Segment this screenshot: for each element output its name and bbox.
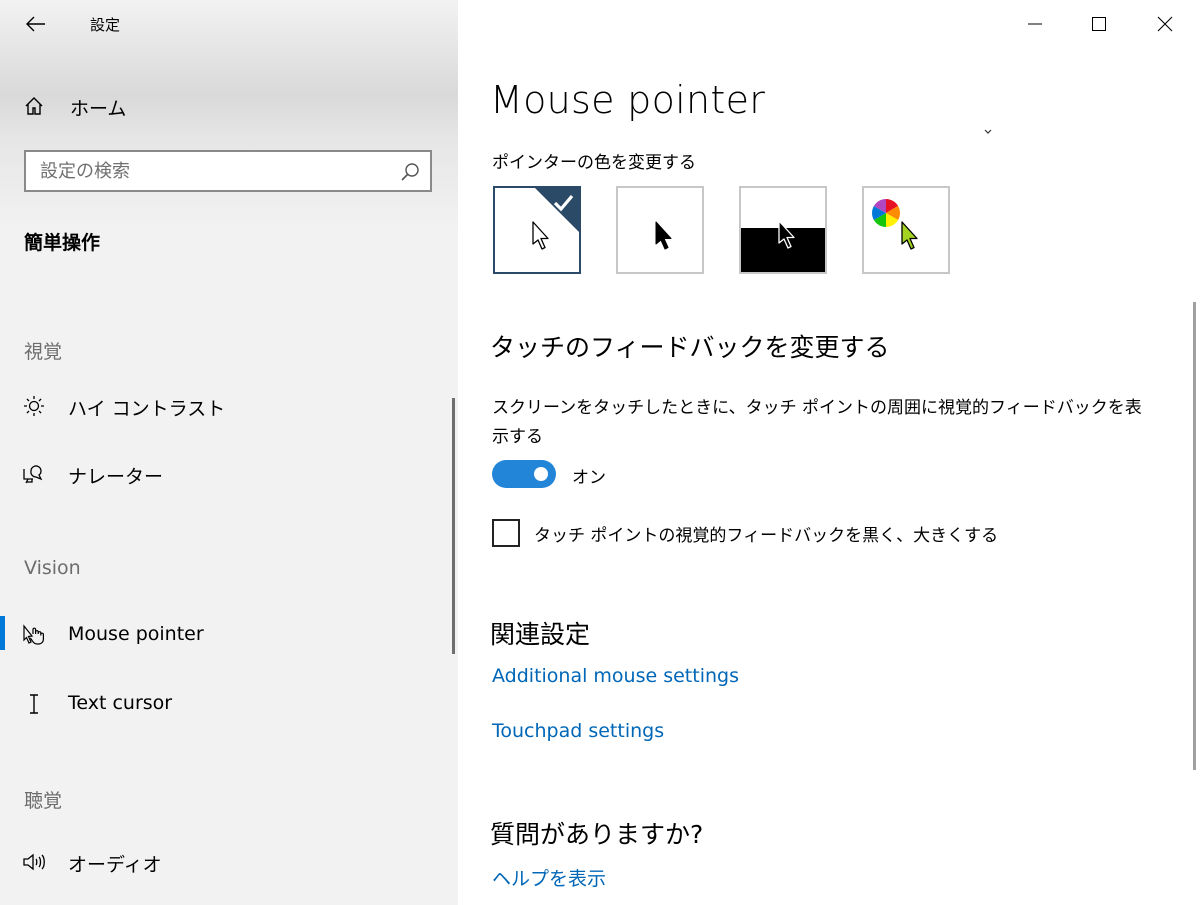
mouse-pointer-icon xyxy=(23,624,44,645)
touchpad-settings-link[interactable]: Touchpad settings xyxy=(492,720,664,742)
touch-feedback-description: スクリーンをタッチしたときに、タッチ ポイントの周囲に視覚的フィードバックを表示… xyxy=(492,398,1142,447)
category-title: 簡単操作 xyxy=(24,232,101,254)
pointer-color-label: ポインターの色を変更する xyxy=(492,153,696,173)
maximize-icon xyxy=(1092,17,1106,31)
back-arrow-icon xyxy=(26,16,45,32)
custom-color-pointer-icon xyxy=(872,199,918,250)
search-box[interactable] xyxy=(24,150,432,192)
text-cursor-icon xyxy=(30,694,38,714)
toggle-state-label: オン xyxy=(572,468,606,488)
app-title: 設定 xyxy=(90,16,121,34)
maximize-button[interactable] xyxy=(1076,6,1122,42)
section-label-vision-ja: 視覚 xyxy=(24,341,63,363)
page-title: Mouse pointer xyxy=(490,78,766,122)
narrator-icon xyxy=(23,465,43,484)
home-icon xyxy=(25,97,43,115)
sun-icon xyxy=(24,396,44,416)
section-label-vision: Vision xyxy=(24,557,81,579)
get-help-link[interactable]: ヘルプを表示 xyxy=(492,864,606,891)
section-label-hearing: 聴覚 xyxy=(24,790,63,812)
search-input[interactable] xyxy=(40,159,380,183)
toggle-knob xyxy=(534,467,548,481)
sidebar-item-label: ナレーター xyxy=(68,466,164,488)
sidebar-item-audio[interactable]: オーディオ xyxy=(0,838,458,886)
speaker-icon xyxy=(23,853,45,871)
pointer-option-black[interactable] xyxy=(616,186,704,274)
main-content: Mouse pointer ポインターの色を変更する タッチのフィードバックを変… xyxy=(458,0,1200,905)
minimize-button[interactable] xyxy=(1012,6,1058,42)
close-icon xyxy=(1157,16,1173,32)
sidebar-item-label: Mouse pointer xyxy=(68,623,204,645)
sidebar: 設定 ホーム 簡単操作 視覚 ハイ コントラスト ナレーター xyxy=(0,0,458,905)
related-settings-heading: 関連設定 xyxy=(490,620,591,649)
help-heading: 質問がありますか? xyxy=(490,820,704,849)
scroll-remnant-mark xyxy=(984,129,992,134)
sidebar-item-mouse-pointer[interactable]: Mouse pointer xyxy=(0,611,458,659)
sidebar-item-text-cursor[interactable]: Text cursor xyxy=(0,680,458,728)
white-pointer-icon xyxy=(532,188,579,250)
pointer-option-inverted[interactable] xyxy=(739,186,827,274)
sidebar-item-label: ハイ コントラスト xyxy=(68,398,226,420)
minimize-icon xyxy=(1028,23,1042,25)
sidebar-item-label: ホーム xyxy=(70,98,127,120)
darker-feedback-checkbox[interactable] xyxy=(492,519,520,547)
touch-feedback-toggle[interactable] xyxy=(492,460,556,488)
back-button[interactable] xyxy=(20,8,52,40)
additional-mouse-settings-link[interactable]: Additional mouse settings xyxy=(492,665,739,687)
black-pointer-icon xyxy=(655,221,672,250)
sidebar-item-label: Text cursor xyxy=(68,692,173,714)
darker-feedback-label: タッチ ポイントの視覚的フィードバックを黒く、大きくする xyxy=(534,526,999,546)
sidebar-item-label: オーディオ xyxy=(68,854,162,876)
pointer-option-white[interactable] xyxy=(493,186,581,274)
main-scrollbar[interactable] xyxy=(1193,302,1196,770)
search-icon[interactable] xyxy=(400,162,420,182)
close-button[interactable] xyxy=(1142,6,1188,42)
sidebar-scrollbar[interactable] xyxy=(452,398,455,654)
sidebar-item-high-contrast[interactable]: ハイ コントラスト xyxy=(0,382,458,430)
touch-feedback-heading: タッチのフィードバックを変更する xyxy=(490,333,890,362)
pointer-option-custom-color[interactable] xyxy=(862,186,950,274)
inverted-pointer-icon xyxy=(741,220,825,272)
sidebar-item-narrator[interactable]: ナレーター xyxy=(0,450,458,498)
sidebar-item-home[interactable]: ホーム xyxy=(0,82,458,130)
